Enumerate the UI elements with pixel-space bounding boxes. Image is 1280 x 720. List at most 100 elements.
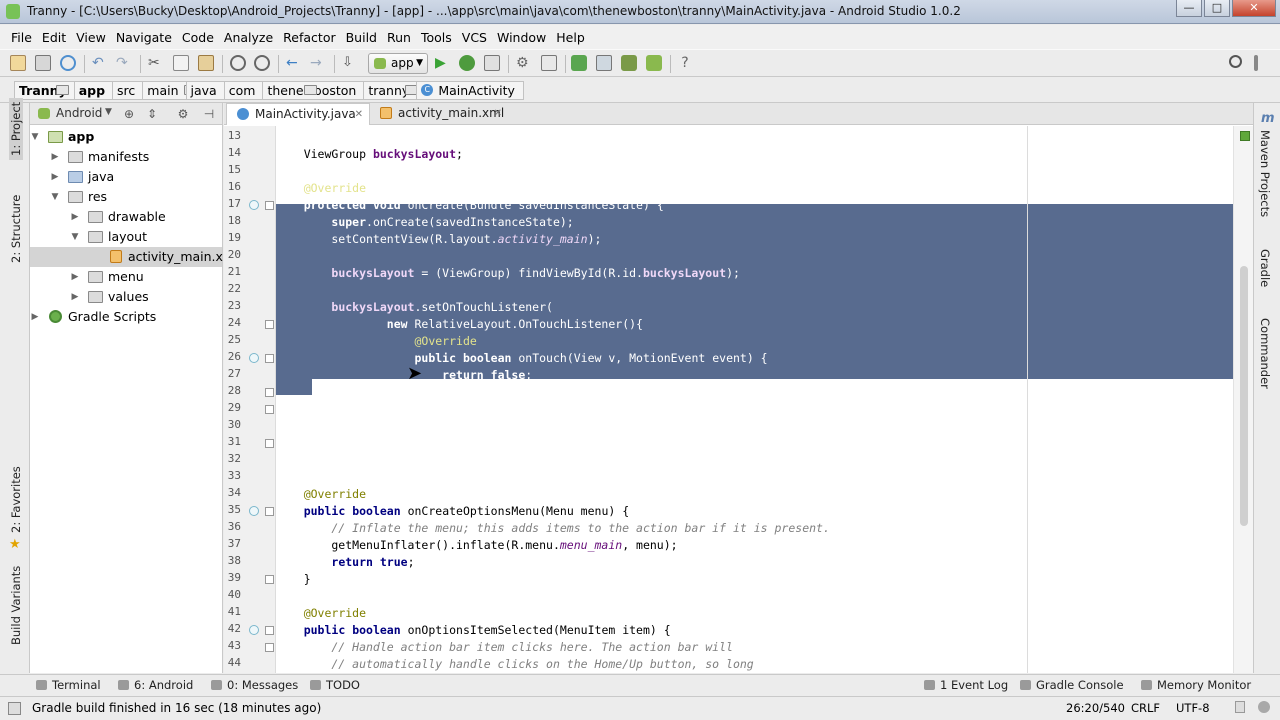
lock-icon[interactable] (1235, 701, 1245, 713)
open-folder-icon[interactable] (10, 55, 26, 71)
fold-marker-icon[interactable] (265, 405, 274, 414)
project-structure-icon[interactable] (541, 55, 557, 71)
forward-icon[interactable]: → (310, 55, 326, 71)
caret-position[interactable]: 26:20/540 (1066, 701, 1125, 715)
line-separator-select[interactable]: CRLF (1131, 701, 1160, 715)
fold-marker-icon[interactable] (265, 575, 274, 584)
tree-item-java[interactable]: ▶ java (30, 167, 222, 187)
undo-icon[interactable]: ↶ (92, 55, 108, 71)
scrollbar-thumb[interactable] (1240, 266, 1248, 526)
help-icon[interactable]: ? (677, 55, 693, 71)
tool-tab-messages[interactable]: 0: Messages (211, 678, 298, 692)
tree-item-manifests[interactable]: ▶ manifests (30, 147, 222, 167)
hide-panel-icon[interactable]: ⊣ (202, 107, 216, 121)
breadcrumb-item[interactable]: java (185, 80, 241, 100)
redo-icon[interactable]: ↷ (116, 55, 132, 71)
android-monitor-icon[interactable] (646, 55, 662, 71)
encoding-select[interactable]: UTF-8 (1176, 701, 1210, 715)
tool-tab-gradle-console[interactable]: Gradle Console (1020, 678, 1124, 692)
toggle-tool-windows-icon[interactable] (8, 702, 21, 715)
sdk-manager-icon[interactable] (621, 55, 637, 71)
tool-tab-commander[interactable]: Commander (1258, 318, 1272, 389)
paste-icon[interactable] (198, 55, 214, 71)
menu-vcs[interactable]: VCS (457, 30, 492, 45)
breadcrumb-item[interactable]: com (223, 80, 279, 100)
close-tab-icon[interactable]: ✕ (355, 104, 363, 125)
override-marker-icon[interactable] (249, 506, 259, 516)
tool-tab-android[interactable]: 6: Android (118, 678, 193, 692)
search-everywhere-icon[interactable] (1229, 55, 1242, 68)
tree-item-app[interactable]: ▼ app (30, 127, 222, 147)
minimize-button[interactable]: — (1176, 0, 1202, 17)
collapse-all-icon[interactable]: ⇕ (145, 107, 159, 121)
tab-activity-main-xml[interactable]: activity_main.xml ✕ (370, 103, 508, 125)
tool-tab-gradle[interactable]: Gradle (1258, 249, 1272, 287)
override-marker-icon[interactable] (249, 200, 259, 210)
tree-item-menu[interactable]: ▶ menu (30, 267, 222, 287)
tree-item-layout[interactable]: ▼ layout (30, 227, 222, 247)
gear-icon[interactable]: ⚙ (176, 107, 190, 121)
tool-tab-structure[interactable]: 2: Structure (9, 195, 23, 263)
menu-file[interactable]: File (6, 30, 37, 45)
tree-item-gradle-scripts[interactable]: ▶ Gradle Scripts (30, 307, 222, 327)
code-area[interactable]: ViewGroup buckysLayout; @Override protec… (276, 126, 1233, 673)
tree-item-res[interactable]: ▼ res (30, 187, 222, 207)
menu-view[interactable]: View (71, 30, 111, 45)
tool-tab-terminal[interactable]: Terminal (36, 678, 101, 692)
gradle-sync-icon[interactable] (571, 55, 587, 71)
tab-mainactivity-java[interactable]: MainActivity.java ✕ (226, 103, 370, 125)
fold-marker-icon[interactable] (265, 507, 274, 516)
menu-build[interactable]: Build (341, 30, 382, 45)
menu-refactor[interactable]: Refactor (278, 30, 340, 45)
cut-icon[interactable]: ✂ (148, 55, 164, 71)
close-tab-icon[interactable]: ✕ (494, 103, 502, 124)
hector-icon[interactable] (1258, 701, 1270, 713)
tool-tab-event-log[interactable]: 1 Event Log (924, 678, 1008, 692)
replace-icon[interactable] (254, 55, 270, 71)
menu-code[interactable]: Code (177, 30, 219, 45)
run-configuration-select[interactable]: app ▼ (368, 53, 428, 74)
debug-icon[interactable] (459, 55, 475, 71)
fold-marker-icon[interactable] (265, 201, 274, 210)
tool-tab-memory-monitor[interactable]: Memory Monitor (1141, 678, 1251, 692)
editor-scrollbar[interactable] (1233, 126, 1253, 673)
run-icon[interactable]: ▶ (435, 55, 451, 71)
tree-item-activity-main-xml[interactable]: activity_main.xml (30, 247, 239, 267)
menu-edit[interactable]: Edit (37, 30, 71, 45)
close-button[interactable]: ✕ (1232, 0, 1276, 17)
back-icon[interactable]: ← (286, 55, 302, 71)
menu-navigate[interactable]: Navigate (111, 30, 177, 45)
editor-gutter[interactable]: 13 14 15 16 17 18 19 20 21 22 23 24 25 26 27 28 29 30 31 32… (224, 126, 276, 673)
tree-item-values[interactable]: ▶ values (30, 287, 222, 307)
tool-tab-favorites[interactable]: 2: Favorites (9, 466, 23, 533)
breadcrumb-item[interactable]: src (112, 80, 168, 100)
breadcrumb-item[interactable]: C MainActivity (416, 80, 524, 100)
menu-run[interactable]: Run (382, 30, 416, 45)
breadcrumb-item[interactable]: thenewboston (262, 80, 365, 100)
sync-icon[interactable] (60, 55, 76, 71)
tool-tab-maven-projects[interactable]: Maven Projects (1258, 130, 1272, 217)
find-icon[interactable] (230, 55, 246, 71)
breadcrumb-item[interactable]: main (142, 80, 198, 100)
override-marker-icon[interactable] (249, 625, 259, 635)
fold-marker-icon[interactable] (265, 439, 274, 448)
menu-tools[interactable]: Tools (416, 30, 457, 45)
menu-help[interactable]: Help (551, 30, 590, 45)
override-marker-icon[interactable] (249, 353, 259, 363)
breadcrumb-item[interactable]: app (73, 80, 129, 100)
project-view-select[interactable]: Android (38, 106, 102, 120)
fold-marker-icon[interactable] (265, 388, 274, 397)
scroll-from-source-icon[interactable]: ⊕ (122, 107, 136, 121)
tree-item-drawable[interactable]: ▶ drawable (30, 207, 222, 227)
make-project-icon[interactable]: ⇩ (342, 55, 358, 71)
breadcrumb-item[interactable]: Tranny (14, 80, 75, 100)
avd-manager-icon[interactable] (596, 55, 612, 71)
tool-tab-project[interactable]: 1: Project (9, 97, 23, 160)
fold-marker-icon[interactable] (265, 354, 274, 363)
save-icon[interactable] (35, 55, 51, 71)
fold-marker-icon[interactable] (265, 320, 274, 329)
maximize-button[interactable]: □ (1204, 0, 1230, 17)
copy-icon[interactable] (173, 55, 189, 71)
breadcrumb-item[interactable]: tranny (363, 80, 419, 100)
menu-analyze[interactable]: Analyze (219, 30, 278, 45)
